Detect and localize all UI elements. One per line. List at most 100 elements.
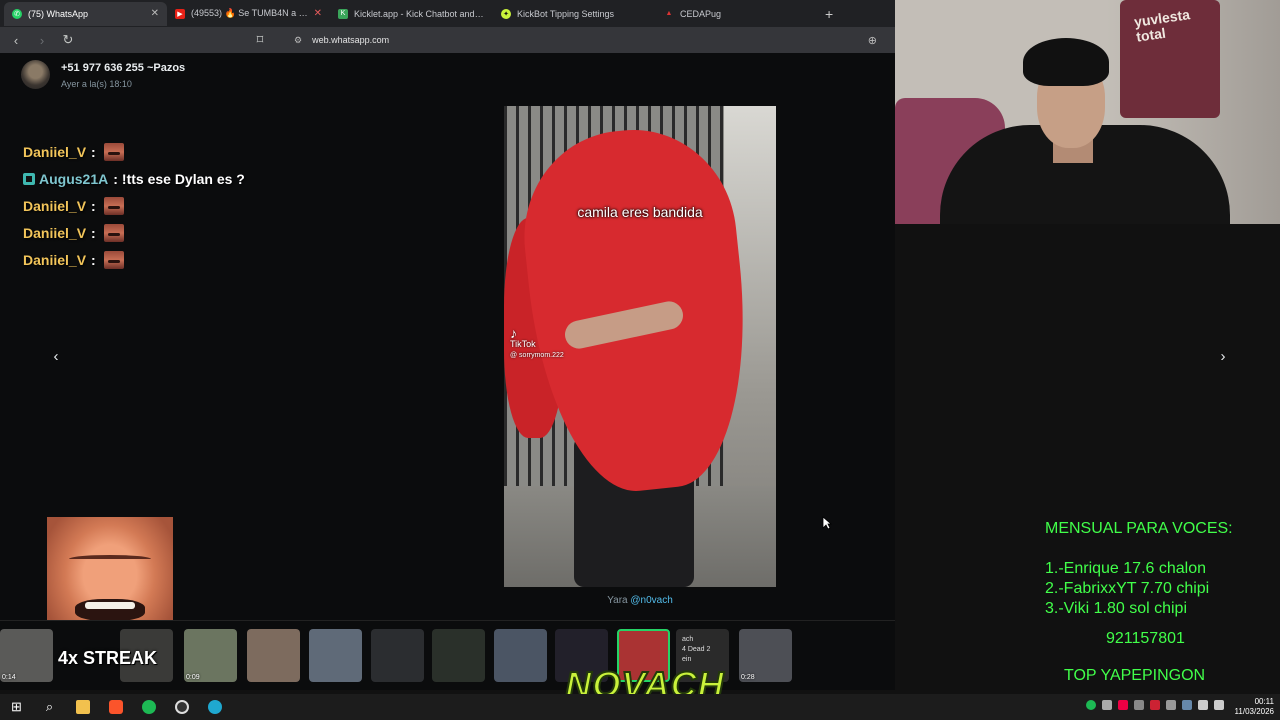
whatsapp-icon: ✆ [12, 8, 22, 19]
tray-app-icon[interactable] [1134, 700, 1144, 710]
chat-username: Daniiel_V [23, 251, 87, 268]
clock-date: 11/03/2026 [1234, 707, 1274, 716]
tiktok-label: TikTok [510, 339, 536, 349]
bookmark-icon[interactable]: ⌑ [252, 32, 268, 48]
ranking-item: 3.-Viki 1.80 sol chipi [1045, 600, 1187, 617]
clock-time: 00:11 [1254, 697, 1274, 706]
zoom-icon[interactable]: ⊕ [868, 34, 877, 47]
chat-text: !tts ese Dylan es ? [121, 170, 245, 187]
search-icon[interactable]: ⌕ [33, 694, 66, 720]
sender-time: Ayer a la(s) 18:10 [61, 79, 132, 89]
url-text: web.whatsapp.com [312, 35, 390, 45]
file-explorer-icon[interactable] [66, 694, 99, 720]
obs-icon[interactable] [165, 694, 198, 720]
tray-app-icon[interactable] [1166, 700, 1176, 710]
ranking-title: MENSUAL PARA VOCES: [1045, 520, 1233, 537]
close-tab-icon[interactable]: ✕ [151, 8, 159, 19]
tray-discord-icon[interactable] [1102, 700, 1112, 710]
thumbnail-duration: 0:14 [2, 674, 16, 681]
streamer-hair [1023, 38, 1109, 86]
video-caption: camila eres bandida [577, 204, 703, 220]
reload-icon[interactable]: ↻ [60, 32, 76, 48]
chat-separator: : [91, 143, 96, 160]
browser-tab-bar: ✆ (75) WhatsApp ✕ ▶ (49553) 🔥 Se TUMB4N … [0, 0, 895, 27]
emote-icon [103, 196, 124, 215]
system-tray [1086, 700, 1224, 710]
caption-name: Yara [607, 595, 628, 606]
webcam-feed: yuvlesta total [895, 0, 1280, 224]
tab-title: (75) WhatsApp [28, 8, 89, 19]
tab-kicklet[interactable]: K Kicklet.app - Kick Chatbot and Overla [330, 2, 493, 26]
chat-separator: : [91, 224, 96, 241]
spotify-icon[interactable] [132, 694, 165, 720]
caption-mention[interactable]: @n0vach [630, 595, 672, 606]
chat-username: Daniiel_V [23, 224, 87, 241]
chat-username: Daniiel_V [23, 143, 87, 160]
chat-username: Daniiel_V [23, 197, 87, 214]
site-info-icon[interactable]: ⚙ [294, 35, 302, 46]
sender-name: +51 977 636 255 ~Pazos [61, 62, 186, 74]
forward-icon[interactable]: › [34, 33, 50, 48]
chat-separator: : [91, 251, 96, 268]
chat-separator: : [91, 197, 96, 214]
start-icon[interactable]: ⊞ [0, 694, 33, 720]
tab-kickbot[interactable]: ✦ KickBot Tipping Settings [493, 2, 656, 26]
media-thumbnail[interactable] [432, 629, 485, 682]
tray-app-icon[interactable] [1150, 700, 1160, 710]
media-thumbnail[interactable]: 0:09 [184, 629, 237, 682]
tab-title: CEDAPug [680, 8, 722, 19]
media-thumbnail[interactable] [309, 629, 362, 682]
media-thumbnail[interactable]: 0:14 [0, 629, 53, 682]
tab-title: (49553) 🔥 Se TUMB4N a CIRILO [191, 8, 308, 18]
ranking-item: 2.-FabrixxYT 7.70 chipi [1045, 580, 1210, 597]
chat-separator: : [113, 170, 118, 187]
emote-icon [103, 250, 124, 269]
tray-mic-icon[interactable] [1118, 700, 1128, 710]
chat-message: Daniiel_V : [23, 246, 323, 273]
ranking-item: 1.-Enrique 17.6 chalon [1045, 560, 1206, 577]
edge-icon[interactable] [198, 694, 231, 720]
new-tab-icon[interactable]: + [825, 6, 833, 22]
close-tab-icon[interactable]: ✕ [314, 8, 322, 19]
address-bar: ‹ › ↻ ⌑ ⚙ web.whatsapp.com ⊕ [0, 27, 895, 53]
taskbar: ⊞ ⌕ 00:11 11/03/2026 [0, 694, 1280, 720]
ranking-footer: TOP YAPEPINGON [1064, 667, 1206, 684]
tab-cedapug[interactable]: ▲ CEDAPug [656, 2, 819, 26]
kicklet-icon: K [338, 8, 348, 19]
avatar[interactable] [21, 60, 50, 89]
back-icon[interactable]: ‹ [8, 33, 24, 48]
emote-icon [103, 142, 124, 161]
system-clock[interactable]: 00:11 11/03/2026 [1235, 697, 1274, 717]
previous-media-icon[interactable]: ‹ [46, 347, 66, 367]
streak-label: 4x STREAK [58, 648, 158, 668]
tray-spotify-icon[interactable] [1086, 700, 1096, 710]
cedapug-icon: ▲ [665, 10, 673, 17]
chat-overlay: Daniiel_V : Augus21A : !tts ese Dylan es… [23, 138, 323, 273]
tab-title: KickBot Tipping Settings [517, 8, 615, 19]
voice-ranking: MENSUAL PARA VOCES: 1.-Enrique 17.6 chal… [1045, 520, 1275, 685]
tab-youtube[interactable]: ▶ (49553) 🔥 Se TUMB4N a CIRILO ✕ [167, 2, 330, 26]
video-frame[interactable]: camila eres bandida ♪ TikTok @ sorrymom.… [504, 106, 776, 587]
subscriber-badge-icon [23, 172, 35, 185]
chat-username: Augus21A [39, 170, 109, 187]
thumbnail-text: ach 4 Dead 2 ein [682, 636, 711, 663]
chat-message: Daniiel_V : [23, 192, 323, 219]
media-caption: Yara @n0vach [504, 595, 776, 606]
next-media-icon[interactable]: › [1213, 347, 1233, 367]
tray-network-icon[interactable] [1198, 700, 1208, 710]
emote-icon [103, 223, 124, 242]
youtube-icon: ▶ [175, 8, 185, 19]
media-thumbnail[interactable] [371, 629, 424, 682]
tab-title: Kicklet.app - Kick Chatbot and Overla [354, 8, 485, 19]
media-thumbnail[interactable] [247, 629, 300, 682]
mouse-cursor-icon [822, 516, 832, 530]
ranking-phone: 921157801 [1106, 630, 1185, 647]
tray-steam-icon[interactable] [1182, 700, 1192, 710]
thumbnail-duration: 0:09 [186, 674, 200, 681]
tab-whatsapp[interactable]: ✆ (75) WhatsApp ✕ [4, 1, 167, 26]
url-field[interactable]: ⚙ web.whatsapp.com [294, 35, 389, 46]
tray-volume-icon[interactable] [1214, 700, 1224, 710]
chat-message: Daniiel_V : [23, 219, 323, 246]
chat-message: Augus21A : !tts ese Dylan es ? [23, 165, 323, 192]
brave-browser-icon[interactable] [99, 694, 132, 720]
